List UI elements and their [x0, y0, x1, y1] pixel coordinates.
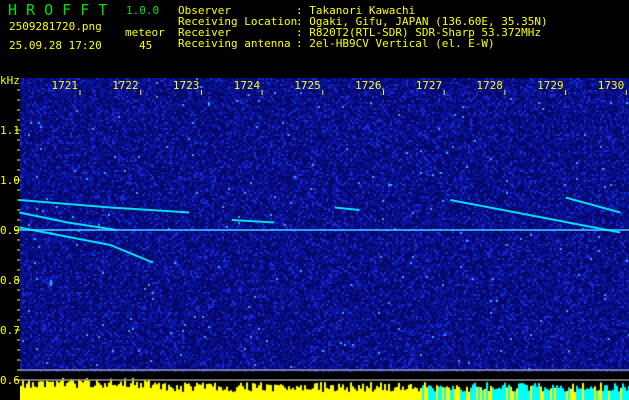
x-tick-label: 1729 [537, 79, 564, 92]
meteor-trace [19, 199, 190, 214]
x-tick-label: 1724 [234, 79, 261, 92]
meteor-trace [19, 211, 117, 231]
meteor-trace [19, 226, 154, 264]
x-tick-label: 1726 [355, 79, 382, 92]
x-tick-label: 1725 [294, 79, 321, 92]
meteor-trace [231, 219, 275, 224]
meteor-trace [334, 206, 360, 211]
chart-overlay: 1721 1722 1723 1724 1725 1726 1727 1728 1729 1730… [0, 74, 629, 387]
y-axis-label: kHz [0, 74, 20, 87]
x-tick-label: 1730 [598, 79, 625, 92]
x-tick-label: 1728 [476, 79, 503, 92]
meteor-trace [565, 196, 621, 214]
x-tick-label: 1722 [112, 79, 139, 92]
x-tick-label: 1723 [173, 79, 200, 92]
x-tick-label: 1721 [52, 79, 79, 92]
x-tick-label: 1727 [416, 79, 443, 92]
